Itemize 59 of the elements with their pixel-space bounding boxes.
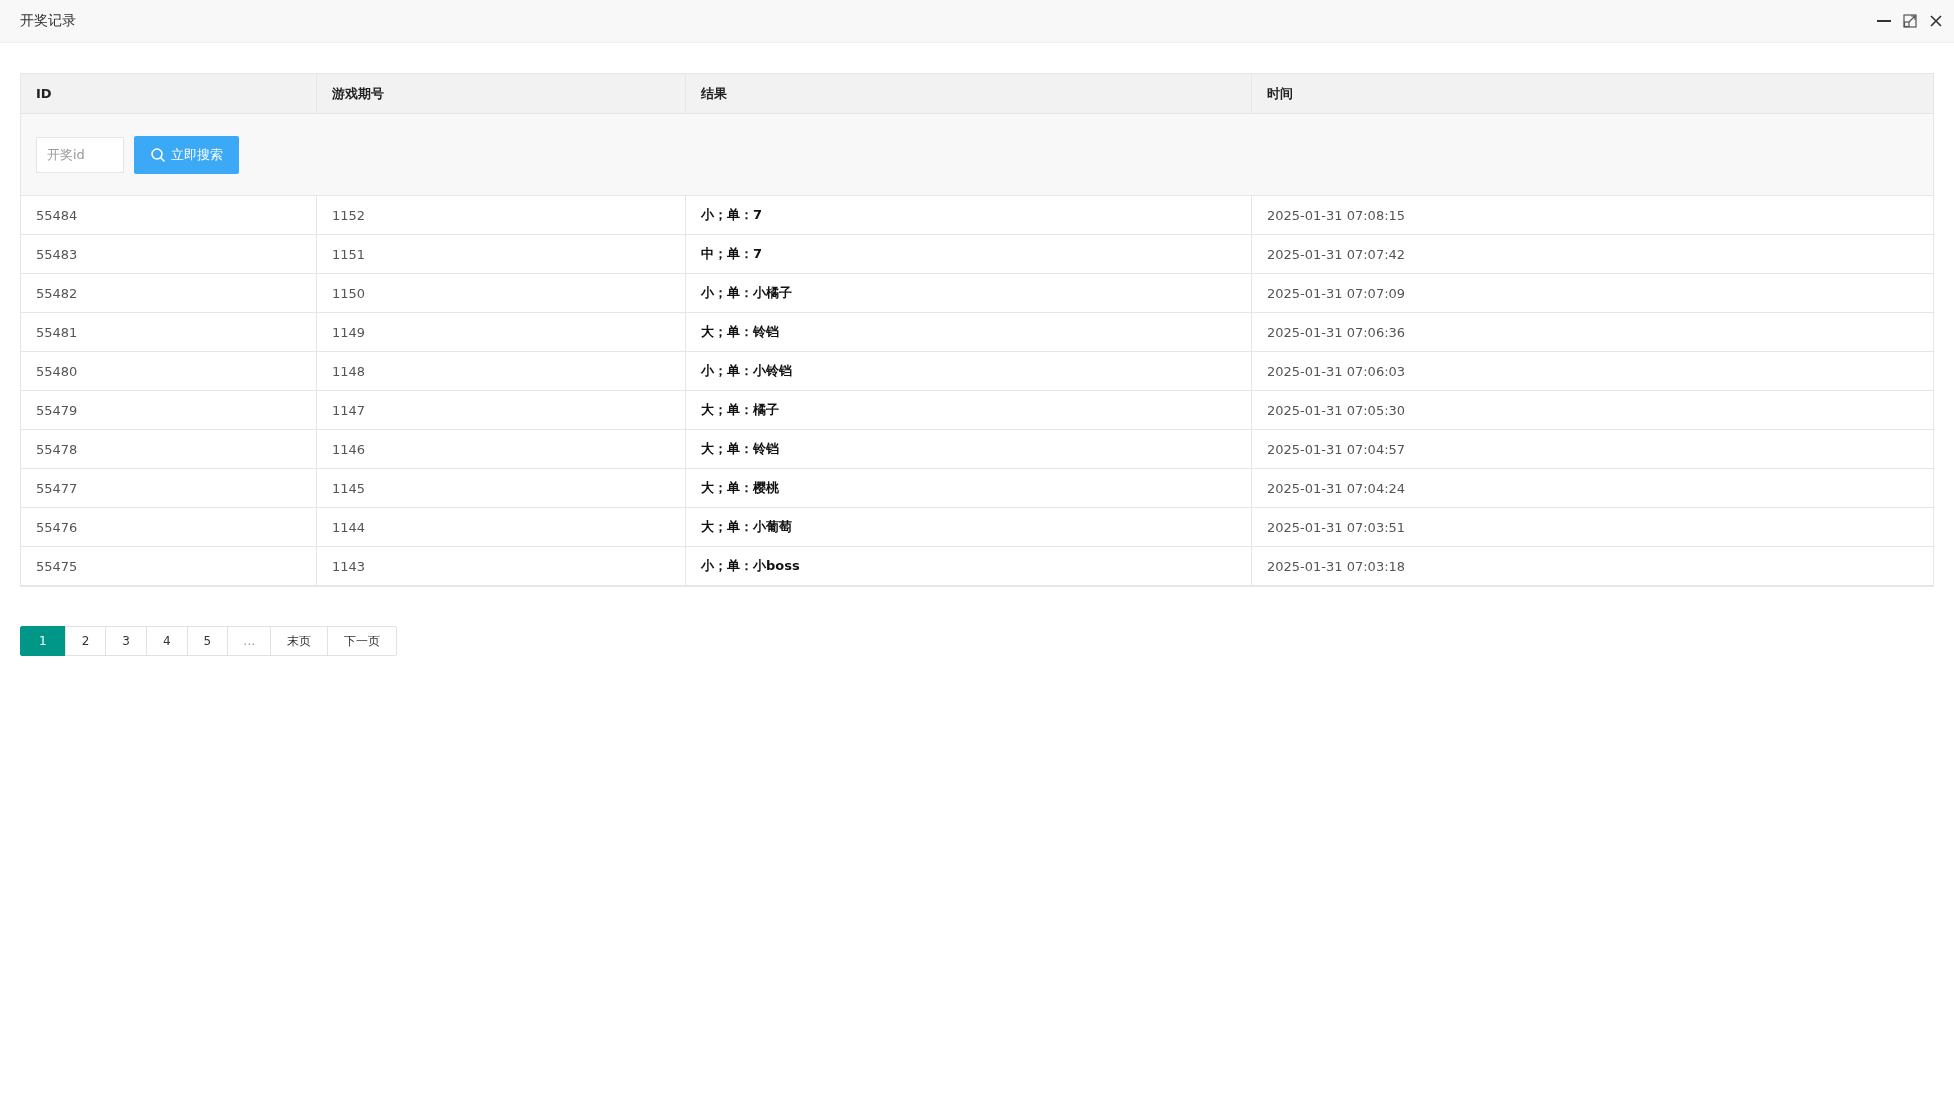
time-cell: 2025-01-31 07:08:15: [1252, 196, 1933, 235]
page-button[interactable]: 末页: [270, 626, 329, 656]
period-cell: 1150: [317, 274, 686, 313]
id-cell: 55480: [21, 352, 317, 391]
time-cell: 2025-01-31 07:03:51: [1252, 508, 1933, 547]
result-cell: 中；单：7: [686, 235, 1252, 274]
period-cell: 1148: [317, 352, 686, 391]
result-cell: 大；单：铃铛: [686, 430, 1252, 469]
close-icon: [1929, 14, 1943, 28]
period-cell: 1146: [317, 430, 686, 469]
id-cell: 55476: [21, 508, 317, 547]
page-button[interactable]: 1: [20, 626, 66, 656]
column-header: 时间: [1252, 74, 1933, 114]
time-cell: 2025-01-31 07:07:09: [1252, 274, 1933, 313]
period-cell: 1147: [317, 391, 686, 430]
result-cell: 大；单：橘子: [686, 391, 1252, 430]
id-cell: 55483: [21, 235, 317, 274]
period-cell: 1145: [317, 469, 686, 508]
column-header: 结果: [686, 74, 1252, 114]
period-cell: 1152: [317, 196, 686, 235]
period-cell: 1151: [317, 235, 686, 274]
period-cell: 1144: [317, 508, 686, 547]
result-cell: 小；单：7: [686, 196, 1252, 235]
column-header: ID: [21, 74, 317, 114]
result-cell: 大；单：铃铛: [686, 313, 1252, 352]
search-icon: [150, 146, 166, 163]
page-button[interactable]: 4: [145, 626, 188, 656]
close-button[interactable]: [1928, 13, 1944, 29]
time-cell: 2025-01-31 07:04:24: [1252, 469, 1933, 508]
window-title: 开奖记录: [20, 12, 76, 30]
maximize-button[interactable]: [1902, 13, 1918, 29]
result-cell: 大；单：樱桃: [686, 469, 1252, 508]
time-cell: 2025-01-31 07:06:03: [1252, 352, 1933, 391]
minimize-icon: [1877, 20, 1891, 22]
time-cell: 2025-01-31 07:05:30: [1252, 391, 1933, 430]
id-cell: 55477: [21, 469, 317, 508]
result-cell: 小；单：小橘子: [686, 274, 1252, 313]
column-header: 游戏期号: [317, 74, 686, 114]
id-cell: 55481: [21, 313, 317, 352]
time-cell: 2025-01-31 07:03:18: [1252, 547, 1933, 586]
maximize-icon: [1903, 14, 1917, 28]
result-cell: 大；单：小葡萄: [686, 508, 1252, 547]
id-cell: 55482: [21, 274, 317, 313]
period-cell: 1143: [317, 547, 686, 586]
period-cell: 1149: [317, 313, 686, 352]
id-cell: 55475: [21, 547, 317, 586]
time-cell: 2025-01-31 07:04:57: [1252, 430, 1933, 469]
id-cell: 55478: [21, 430, 317, 469]
page-button[interactable]: 5: [186, 626, 229, 656]
page-button[interactable]: 下一页: [327, 626, 398, 656]
time-cell: 2025-01-31 07:06:36: [1252, 313, 1933, 352]
result-cell: 小；单：小铃铛: [686, 352, 1252, 391]
page-button[interactable]: 3: [105, 626, 147, 656]
id-input-field[interactable]: 开奖id: [36, 136, 124, 173]
id-cell: 55479: [21, 391, 317, 430]
id-cell: 55484: [21, 196, 317, 235]
result-cell: 小；单：小boss: [686, 547, 1252, 586]
time-cell: 2025-01-31 07:07:42: [1252, 235, 1933, 274]
page-button[interactable]: 2: [64, 626, 107, 656]
